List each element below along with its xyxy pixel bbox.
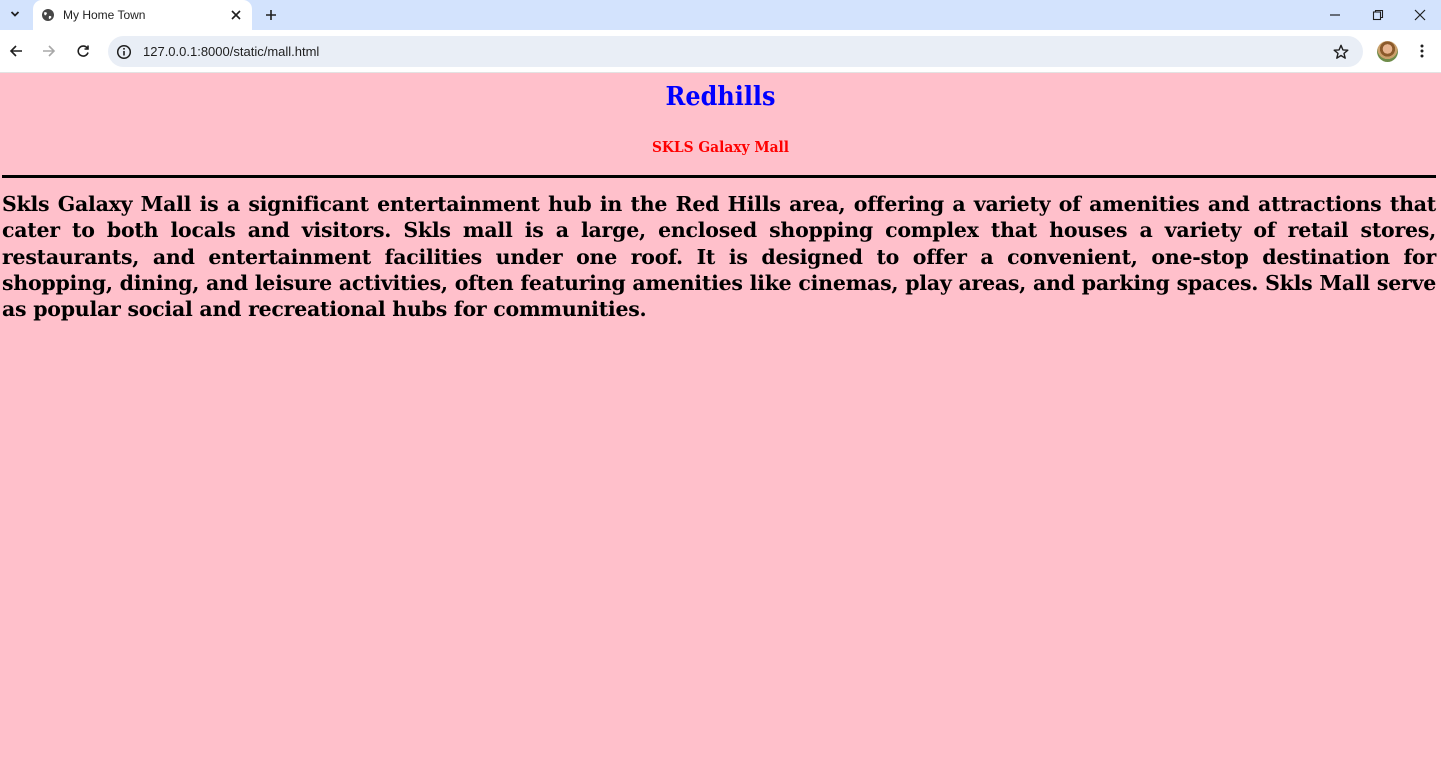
star-icon [1333,44,1349,59]
globe-icon [41,8,55,22]
address-bar[interactable]: 127.0.0.1:8000/static/mall.html [108,36,1363,67]
page-heading: Redhills [665,82,776,112]
url-text[interactable]: 127.0.0.1:8000/static/mall.html [143,44,1327,59]
forward-button[interactable] [35,37,63,65]
close-window-button[interactable] [1398,0,1441,30]
back-button[interactable] [2,37,30,65]
plus-icon [266,10,276,20]
tab-title: My Home Town [63,8,146,22]
arrow-left-icon [9,45,22,57]
new-tab-button[interactable] [260,4,282,26]
minimize-button[interactable] [1313,0,1357,30]
browser-toolbar: 127.0.0.1:8000/static/mall.html [0,30,1441,73]
info-icon[interactable] [116,44,132,60]
arrow-right-icon [43,45,56,57]
page-subheading: SKLS Galaxy Mall [651,138,790,156]
tab-search-button[interactable] [4,3,26,25]
restore-icon [1372,9,1384,21]
chevron-down-icon [10,11,20,17]
tab-strip: My Home Town [0,0,1441,30]
reload-button[interactable] [69,37,97,65]
active-tab[interactable]: My Home Town [33,0,252,30]
description-paragraph: Skls Galaxy Mall is a significant entert… [2,192,1436,322]
minimize-icon [1330,14,1340,16]
page-content: Redhills SKLS Galaxy Mall Skls Galaxy Ma… [0,74,1441,758]
reload-icon [77,45,89,57]
bookmark-button[interactable] [1327,38,1355,66]
horizontal-rule [2,175,1436,178]
close-icon[interactable] [227,6,245,24]
browser-menu-button[interactable] [1408,37,1436,65]
profile-avatar[interactable] [1377,41,1398,62]
close-icon [1414,9,1426,21]
kebab-menu-icon [1420,44,1424,58]
restore-button[interactable] [1356,0,1400,30]
